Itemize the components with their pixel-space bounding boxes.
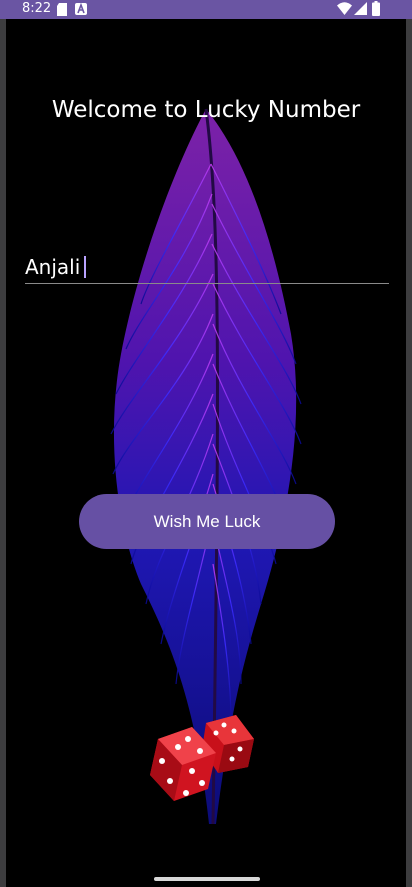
app-screen: Welcome to Lucky Number Wish Me Luck [6, 19, 406, 887]
page-title: Welcome to Lucky Number [51, 97, 361, 123]
notification-a-icon [75, 2, 87, 18]
sd-card-icon [57, 3, 67, 19]
battery-icon [372, 1, 380, 19]
home-indicator[interactable] [154, 877, 260, 881]
wifi-icon [337, 2, 352, 18]
status-bar: 8:22 [0, 0, 412, 19]
dice-image [150, 715, 254, 801]
status-time: 8:22 [22, 1, 52, 16]
name-input[interactable] [25, 253, 389, 284]
text-cursor [84, 256, 86, 278]
phone-device: 8:22 Welcome to Lucky Number Anjali Wish… [0, 0, 412, 887]
wish-me-luck-button[interactable]: Wish Me Luck [79, 494, 335, 549]
signal-icon [354, 2, 367, 18]
